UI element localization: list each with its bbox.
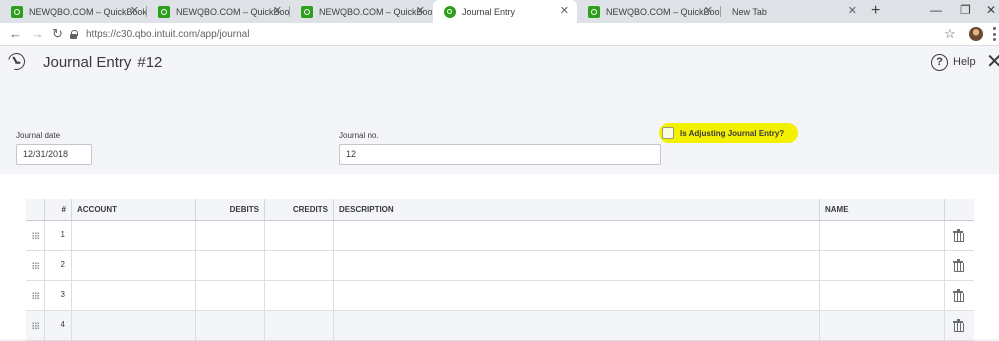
debits-cell[interactable] <box>195 221 264 250</box>
row-index: 2 <box>44 251 71 280</box>
page-title-text: Journal Entry <box>43 54 132 71</box>
close-tab-icon[interactable]: ✕ <box>130 5 139 17</box>
table-row: 1 <box>26 221 974 251</box>
minimize-icon[interactable]: — <box>930 2 942 18</box>
table-header-row: # ACCOUNT DEBITS CREDITS DESCRIPTION NAM… <box>26 199 974 221</box>
account-cell[interactable] <box>71 251 195 280</box>
journal-no-label: Journal no. <box>339 131 379 140</box>
journal-no-input[interactable]: 12 <box>339 144 661 165</box>
adjusting-entry-highlight: Is Adjusting Journal Entry? <box>659 123 798 143</box>
name-cell[interactable] <box>819 251 944 280</box>
drag-handle-icon[interactable] <box>32 292 39 299</box>
table-row: 3 <box>26 281 974 311</box>
credits-cell[interactable] <box>264 251 333 280</box>
browser-tab[interactable]: NEWQBO.COM – QuickBooks ✕ <box>147 0 290 23</box>
debits-cell[interactable] <box>195 251 264 280</box>
journal-lines-table: # ACCOUNT DEBITS CREDITS DESCRIPTION NAM… <box>26 199 974 341</box>
description-cell[interactable] <box>333 221 819 250</box>
credits-cell[interactable] <box>264 221 333 250</box>
url-field[interactable]: https://c30.qbo.intuit.com/app/journal <box>70 25 962 44</box>
account-cell[interactable] <box>71 221 195 250</box>
trash-icon[interactable] <box>953 289 964 302</box>
journal-number-title: #12 <box>137 54 163 71</box>
drag-handle-icon[interactable] <box>32 232 39 239</box>
help-label[interactable]: Help <box>953 56 976 68</box>
drag-handle-icon[interactable] <box>32 262 39 269</box>
forward-arrow-icon[interactable]: → <box>31 27 44 41</box>
restore-icon[interactable]: ❐ <box>960 2 971 18</box>
close-icon[interactable]: ✕ <box>986 52 999 72</box>
name-cell[interactable] <box>819 281 944 310</box>
name-cell[interactable] <box>819 221 944 250</box>
browser-tab[interactable]: New Tab ✕ <box>721 0 865 23</box>
adjusting-entry-label[interactable]: Is Adjusting Journal Entry? <box>680 129 784 138</box>
trash-icon[interactable] <box>953 259 964 272</box>
table-row: 4 <box>26 311 974 341</box>
quickbooks-icon <box>11 5 23 18</box>
column-header-debits: DEBITS <box>195 199 264 220</box>
new-tab-icon[interactable]: + <box>871 2 880 20</box>
column-header-index: # <box>44 199 71 220</box>
debits-cell[interactable] <box>195 311 264 340</box>
table-row: 2 <box>26 251 974 281</box>
browser-tab[interactable]: NEWQBO.COM – QuickBooks ✕ <box>290 0 433 23</box>
browser-tab-strip: NEWQBO.COM – QuickBooks ✕ NEWQBO.COM – Q… <box>0 0 999 23</box>
back-arrow-icon[interactable]: ← <box>9 27 22 41</box>
description-cell[interactable] <box>333 281 819 310</box>
close-tab-icon[interactable]: ✕ <box>416 5 425 17</box>
account-cell[interactable] <box>71 311 195 340</box>
bookmark-star-icon[interactable]: ☆ <box>944 26 956 41</box>
drag-handle-icon[interactable] <box>32 322 39 329</box>
journal-date-input[interactable]: 12/31/2018 <box>16 144 92 165</box>
browser-tab[interactable]: NEWQBO.COM – QuickBooks ✕ <box>577 0 721 23</box>
row-index: 4 <box>44 311 71 340</box>
credits-cell[interactable] <box>264 281 333 310</box>
browser-menu-icon[interactable] <box>993 27 996 41</box>
debits-cell[interactable] <box>195 281 264 310</box>
journal-date-label: Journal date <box>16 131 61 140</box>
close-tab-icon[interactable]: ✕ <box>560 5 569 17</box>
adjusting-entry-checkbox[interactable] <box>662 127 674 139</box>
description-cell[interactable] <box>333 251 819 280</box>
row-index: 3 <box>44 281 71 310</box>
column-header-credits: CREDITS <box>264 199 333 220</box>
quickbooks-icon <box>301 5 313 18</box>
tab-title: New Tab <box>732 6 767 17</box>
column-header-name: NAME <box>819 199 944 220</box>
quickbooks-icon <box>158 5 170 18</box>
reload-icon[interactable]: ↻ <box>52 27 63 41</box>
lock-icon <box>70 30 78 39</box>
url-text: https://c30.qbo.intuit.com/app/journal <box>86 29 250 40</box>
window-close-icon[interactable]: ✕ <box>986 2 996 18</box>
name-cell[interactable] <box>819 311 944 340</box>
profile-avatar[interactable] <box>969 27 983 41</box>
page-title: Journal Entry #12 <box>43 54 162 71</box>
column-header-account: ACCOUNT <box>71 199 195 220</box>
quickbooks-icon <box>588 5 600 18</box>
close-tab-icon[interactable]: ✕ <box>273 5 282 17</box>
close-tab-icon[interactable]: ✕ <box>704 5 713 17</box>
browser-tab-active[interactable]: Journal Entry ✕ <box>433 0 577 23</box>
trash-icon[interactable] <box>953 229 964 242</box>
row-index: 1 <box>44 221 71 250</box>
quickbooks-circle-icon <box>444 5 456 18</box>
close-tab-icon[interactable]: ✕ <box>848 5 857 17</box>
help-icon[interactable]: ? <box>931 54 948 71</box>
credits-cell[interactable] <box>264 311 333 340</box>
trash-icon[interactable] <box>953 319 964 332</box>
browser-tab[interactable]: NEWQBO.COM – QuickBooks ✕ <box>0 0 147 23</box>
description-cell[interactable] <box>333 311 819 340</box>
account-cell[interactable] <box>71 281 195 310</box>
column-header-description: DESCRIPTION <box>333 199 819 220</box>
address-bar: ← → ↻ https://c30.qbo.intuit.com/app/jou… <box>0 23 999 46</box>
recent-transactions-icon[interactable] <box>4 49 29 74</box>
